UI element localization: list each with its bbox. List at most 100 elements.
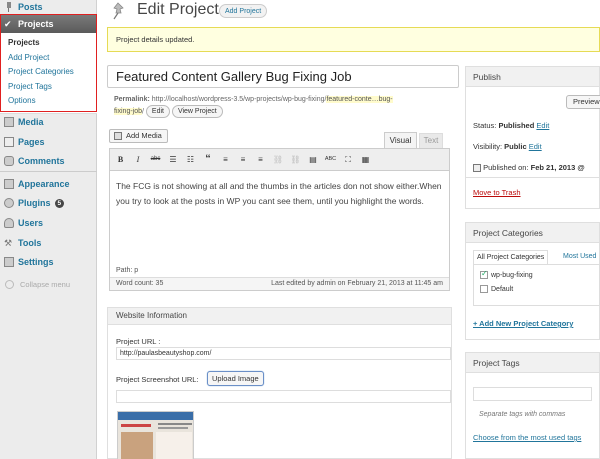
permalink-label: Permalink: — [114, 96, 150, 103]
published-row: Published on: Feb 21, 2013 @ — [473, 163, 585, 173]
submenu-project-categories[interactable]: Project Categories — [0, 65, 97, 80]
align-right-icon[interactable]: ≡ — [254, 153, 267, 166]
status-edit-link[interactable]: Edit — [536, 121, 549, 130]
comments-icon — [4, 156, 14, 166]
last-edited: Last edited by admin on February 21, 201… — [271, 280, 443, 287]
menu-users[interactable]: Users — [0, 214, 97, 232]
pages-icon — [4, 137, 14, 147]
tab-most-used[interactable]: Most Used — [563, 250, 596, 263]
most-used-tags-link[interactable]: Choose from the most used tags — [473, 433, 581, 442]
plugins-update-badge: 5 — [54, 198, 65, 208]
settings-icon — [4, 257, 14, 267]
numbered-list-icon[interactable]: ☷ — [184, 153, 197, 166]
publish-heading[interactable]: Publish — [466, 67, 599, 87]
pin-icon — [4, 2, 14, 12]
status-label: Status: — [473, 121, 497, 130]
submenu-add-project[interactable]: Add Project — [0, 51, 97, 66]
menu-pages[interactable]: Pages — [0, 133, 97, 151]
upload-image-button[interactable]: Upload Image — [207, 371, 264, 386]
menu-media[interactable]: Media — [0, 113, 97, 131]
add-project-button[interactable]: Add Project — [219, 4, 268, 18]
strikethrough-button[interactable]: abc — [149, 153, 162, 166]
visibility-value: Public — [504, 142, 527, 151]
add-media-icon — [114, 132, 122, 140]
content-editor: B I abc ☰ ☷ “ ≡ ≡ ≡ ⛓ ⛓ ▤ ABC ⛶ ▦ The FC… — [109, 148, 450, 291]
submenu-options[interactable]: Options — [0, 94, 97, 109]
word-count: Word count: 35 — [116, 280, 164, 287]
appearance-icon — [4, 179, 14, 189]
category-checkbox-checked[interactable] — [480, 269, 488, 279]
project-tags-heading[interactable]: Project Tags — [466, 353, 599, 373]
category-item[interactable]: wp-bug-fixing — [480, 269, 533, 279]
editor-content[interactable]: The FCG is not showing at all and the th… — [116, 179, 446, 208]
blockquote-button[interactable]: “ — [202, 153, 215, 166]
align-left-icon[interactable]: ≡ — [219, 153, 232, 166]
permalink-slug[interactable]: featured-conte…bug- — [326, 96, 393, 103]
tab-visual[interactable]: Visual — [384, 132, 417, 148]
fullscreen-icon[interactable]: ⛶ — [342, 153, 355, 166]
category-label: wp-bug-fixing — [491, 271, 533, 279]
permalink-after: / — [142, 108, 144, 116]
admin-sidebar: Posts ✔ Projects Projects Add Project Pr… — [0, 0, 97, 459]
project-screenshot-input[interactable] — [116, 390, 451, 403]
insert-link-icon[interactable]: ⛓ — [272, 153, 285, 166]
menu-tools[interactable]: ⚒ Tools — [0, 234, 97, 252]
publish-divider — [466, 177, 599, 178]
category-item[interactable]: Default — [480, 285, 513, 293]
menu-settings-label: Settings — [18, 257, 54, 267]
move-to-trash-link[interactable]: Move to Trash — [473, 188, 521, 197]
menu-appearance[interactable]: Appearance — [0, 175, 97, 193]
kitchen-sink-icon[interactable]: ▦ — [359, 153, 372, 166]
submenu-projects[interactable]: Projects — [0, 36, 97, 51]
media-icon — [4, 117, 14, 127]
new-tag-input[interactable] — [473, 387, 592, 401]
project-title-input[interactable]: Featured Content Gallery Bug Fixing Job — [107, 65, 459, 88]
more-tag-icon[interactable]: ▤ — [307, 153, 320, 166]
preview-button[interactable]: Preview — [566, 95, 600, 109]
unlink-icon[interactable]: ⛓ — [289, 153, 302, 166]
permalink-base: http://localhost/wordpress-3.5/wp-projec… — [151, 96, 327, 103]
editor-toolbar: B I abc ☰ ☷ “ ≡ ≡ ≡ ⛓ ⛓ ▤ ABC ⛶ ▦ — [110, 149, 449, 171]
menu-appearance-label: Appearance — [18, 179, 70, 189]
bullet-list-icon[interactable]: ☰ — [167, 153, 180, 166]
project-categories-heading[interactable]: Project Categories — [466, 223, 599, 243]
editor-status-bar: Word count: 35 Last edited by admin on F… — [110, 277, 449, 290]
align-center-icon[interactable]: ≡ — [237, 153, 250, 166]
menu-comments[interactable]: Comments — [0, 152, 97, 170]
menu-projects-label: Projects — [18, 19, 54, 29]
tab-all-categories[interactable]: All Project Categories — [473, 250, 549, 264]
permalink-edit-button[interactable]: Edit — [145, 105, 170, 118]
submenu-project-tags[interactable]: Project Tags — [0, 80, 97, 95]
menu-plugins[interactable]: Plugins 5 — [0, 194, 97, 212]
category-checkbox[interactable] — [480, 285, 488, 293]
italic-button[interactable]: I — [132, 153, 145, 166]
status-value: Published — [498, 121, 535, 130]
tab-text[interactable]: Text — [419, 133, 443, 148]
visibility-edit-link[interactable]: Edit — [529, 142, 542, 151]
bold-button[interactable]: B — [114, 153, 127, 166]
add-media-button[interactable]: Add Media — [109, 129, 168, 143]
check-icon: ✔ — [4, 19, 12, 29]
menu-projects[interactable]: ✔ Projects — [0, 15, 97, 33]
collapse-menu[interactable]: Collapse menu — [0, 276, 97, 292]
editor-path: Path: p — [116, 267, 139, 274]
view-project-button[interactable]: View Project — [171, 105, 223, 118]
visibility-label: Visibility: — [473, 142, 503, 151]
visibility-row: Visibility: Public Edit — [473, 142, 542, 151]
permalink-slug-end[interactable]: fixing-job — [114, 108, 143, 116]
page-title: Edit Project — [137, 1, 219, 18]
spellcheck-button[interactable]: ABC — [324, 153, 337, 166]
menu-posts[interactable]: Posts — [0, 0, 97, 16]
published-value: Feb 21, 2013 @ — [530, 163, 585, 172]
calendar-icon — [473, 164, 481, 173]
project-url-input[interactable]: http://paulasbeautyshop.com/ — [116, 347, 451, 360]
category-label: Default — [491, 285, 514, 293]
permalink-row: Permalink: http://localhost/wordpress-3.… — [114, 94, 459, 118]
project-categories-box: Project Categories All Project Categorie… — [465, 222, 600, 340]
add-new-category-link[interactable]: + Add New Project Category — [473, 319, 573, 328]
project-tags-box: Project Tags Separate tags with commas C… — [465, 352, 600, 459]
website-information-heading[interactable]: Website Information — [108, 308, 451, 325]
menu-settings[interactable]: Settings — [0, 253, 97, 271]
categories-tabs: All Project Categories Most Used — [473, 250, 600, 264]
users-icon — [4, 218, 14, 228]
